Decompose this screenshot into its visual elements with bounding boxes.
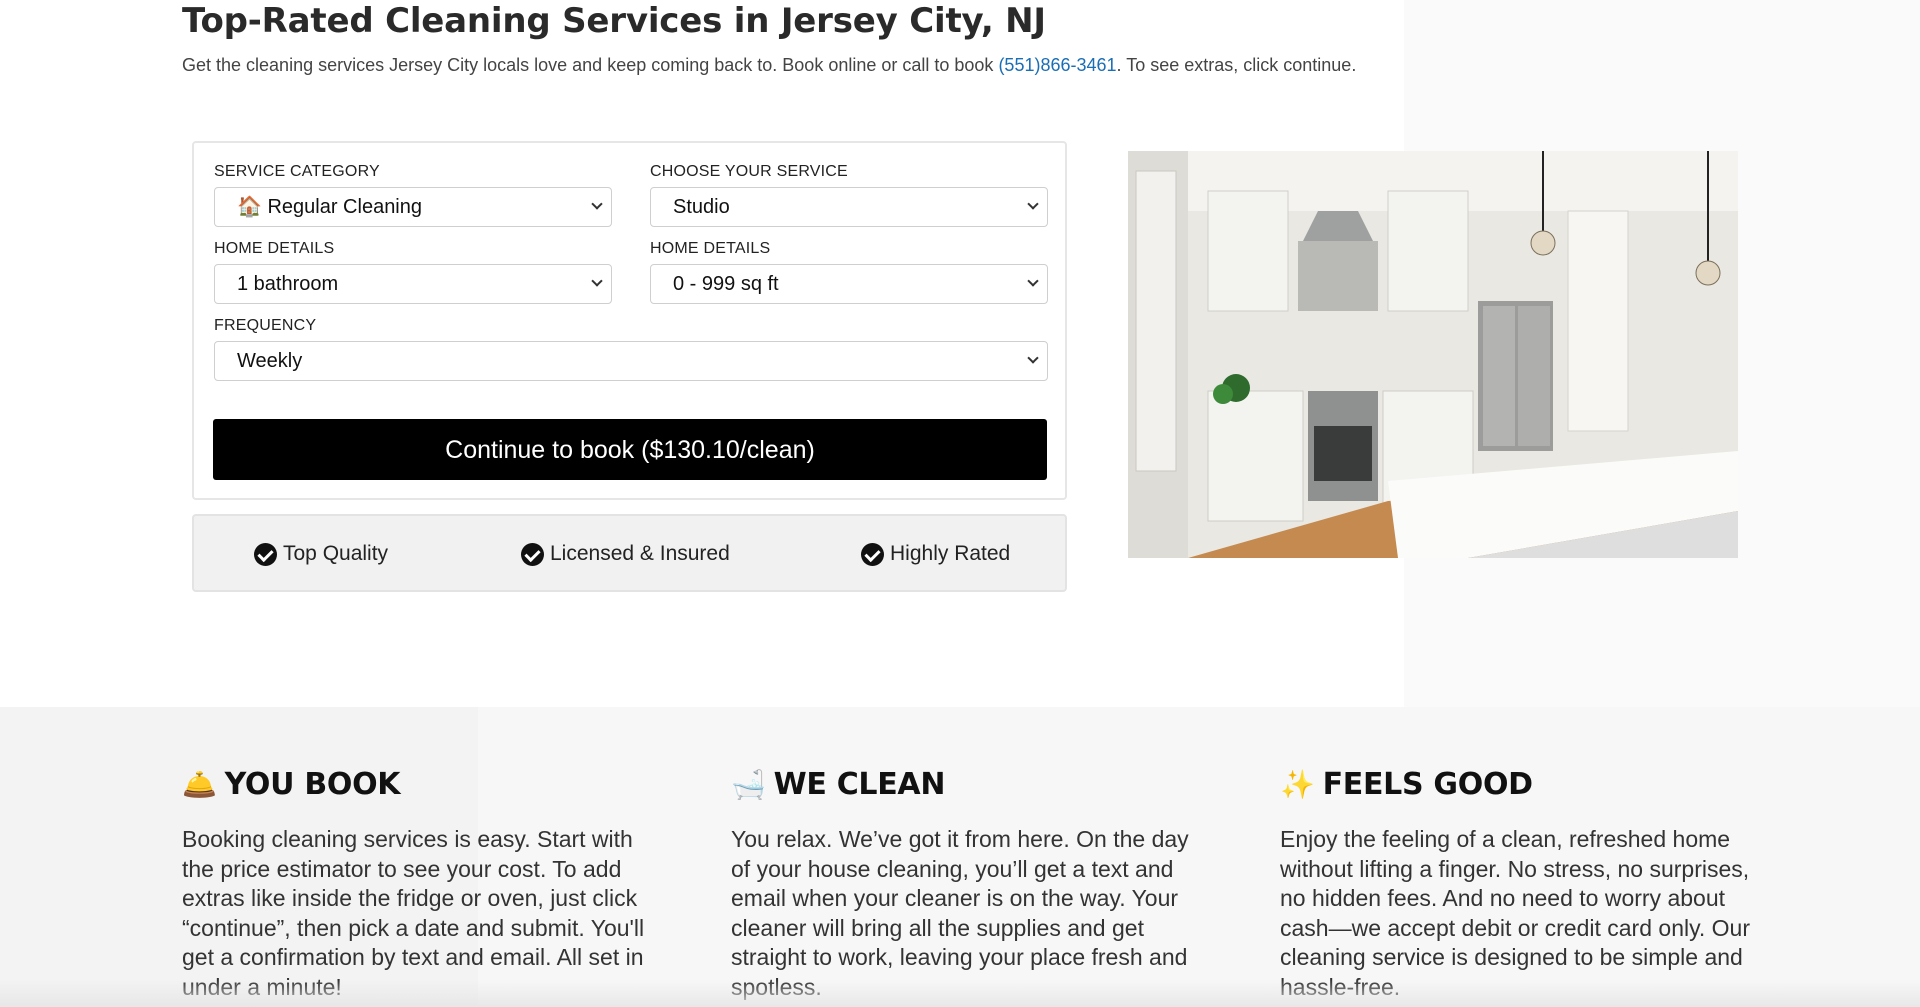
bottom-fade	[0, 980, 1920, 1007]
chevron-down-icon	[1027, 198, 1039, 210]
bathtub-icon: 🛁	[731, 768, 766, 801]
bathrooms-select[interactable]: 1 bathroom	[214, 264, 612, 304]
check-circle-icon	[254, 542, 277, 566]
sparkles-icon: ✨	[1280, 768, 1315, 801]
step-text: Booking cleaning services is easy. Start…	[182, 826, 645, 1000]
badge-top-quality: Top Quality	[254, 542, 388, 566]
badge-label: Licensed & Insured	[550, 542, 730, 565]
phone-link[interactable]: (551)866-3461	[998, 55, 1116, 75]
step-heading: 🛁 WE CLEAN	[731, 763, 1201, 807]
frequency-label: FREQUENCY	[214, 317, 317, 334]
chevron-down-icon	[591, 275, 603, 287]
bathrooms-value: 1 bathroom	[237, 273, 339, 295]
page-subtitle: Get the cleaning services Jersey City lo…	[182, 52, 1356, 78]
chevron-down-icon	[591, 198, 603, 210]
page-title: Top-Rated Cleaning Services in Jersey Ci…	[182, 1, 1046, 41]
kitchen-photo	[1128, 151, 1738, 558]
step-text: You relax. We’ve got it from here. On th…	[731, 826, 1189, 1000]
kitchen-illustration	[1128, 151, 1738, 558]
service-category-select[interactable]: 🏠 Regular Cleaning	[214, 187, 612, 227]
subtitle-text-end: . To see extras, click continue.	[1116, 55, 1357, 75]
check-circle-icon	[521, 542, 544, 566]
step-heading: ✨ FEELS GOOD	[1280, 763, 1750, 807]
chevron-down-icon	[1027, 352, 1039, 364]
step-heading: 🛎️ YOU BOOK	[182, 763, 652, 807]
service-category-value: 🏠 Regular Cleaning	[237, 196, 422, 218]
badge-label: Highly Rated	[890, 542, 1011, 565]
badge-highly-rated: Highly Rated	[861, 542, 1010, 566]
step-title: WE CLEAN	[773, 767, 946, 802]
badge-label: Top Quality	[283, 542, 389, 565]
bell-icon: 🛎️	[182, 768, 217, 801]
step-you-book: 🛎️ YOU BOOK Booking cleaning services is …	[182, 763, 652, 1003]
step-title: YOU BOOK	[224, 767, 401, 802]
trust-badges: Top Quality Licensed & Insured Highly Ra…	[192, 514, 1067, 592]
frequency-select[interactable]: Weekly	[214, 341, 1048, 381]
service-category-label: SERVICE CATEGORY	[214, 163, 380, 180]
step-text: Enjoy the feeling of a clean, refreshed …	[1280, 826, 1751, 1000]
home-details-bath-label: HOME DETAILS	[214, 240, 335, 257]
continue-to-book-button[interactable]: Continue to book ($130.10/clean)	[213, 419, 1047, 480]
step-we-clean: 🛁 WE CLEAN You relax. We’ve got it from h…	[731, 763, 1201, 1003]
choose-service-select[interactable]: Studio	[650, 187, 1048, 227]
step-title: FEELS GOOD	[1322, 767, 1533, 802]
subtitle-text: Get the cleaning services Jersey City lo…	[182, 55, 999, 75]
chevron-down-icon	[1027, 275, 1039, 287]
badge-licensed-insured: Licensed & Insured	[521, 542, 730, 566]
home-details-sqft-label: HOME DETAILS	[650, 240, 771, 257]
step-feels-good: ✨ FEELS GOOD Enjoy the feeling of a clean…	[1280, 763, 1750, 1003]
choose-service-value: Studio	[673, 196, 730, 218]
frequency-value: Weekly	[237, 350, 303, 372]
check-circle-icon	[861, 542, 884, 566]
square-footage-value: 0 - 999 sq ft	[673, 273, 779, 295]
choose-service-label: CHOOSE YOUR SERVICE	[650, 163, 848, 180]
square-footage-select[interactable]: 0 - 999 sq ft	[650, 264, 1048, 304]
